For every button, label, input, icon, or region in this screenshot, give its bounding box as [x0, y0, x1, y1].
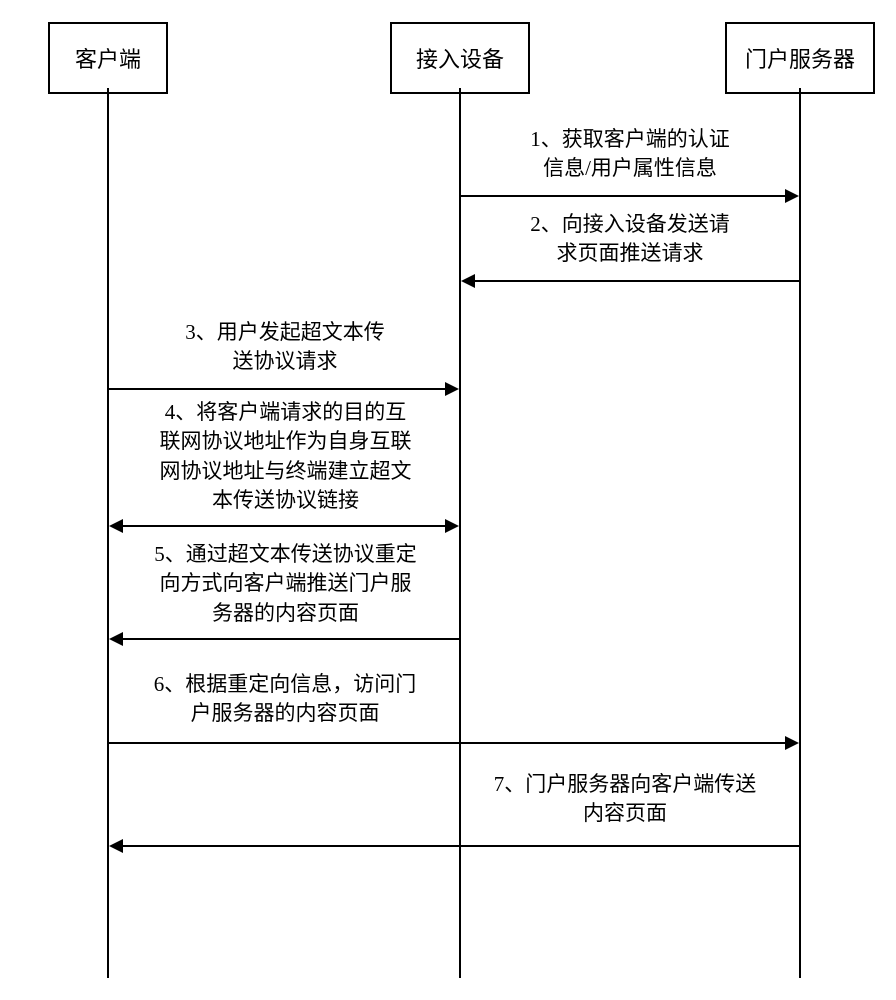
participant-client: 客户端 — [48, 22, 168, 94]
participant-access-device: 接入设备 — [390, 22, 530, 94]
message-6-label: 6、根据重定向信息，访问门 户服务器的内容页面 — [125, 670, 445, 729]
message-3-label: 3、用户发起超文本传 送协议请求 — [125, 318, 445, 377]
message-2-arrow — [463, 280, 799, 282]
participant-access-device-label: 接入设备 — [416, 47, 504, 72]
participant-client-label: 客户端 — [75, 47, 141, 72]
message-7-label: 7、门户服务器向客户端传送 内容页面 — [460, 770, 790, 829]
message-4-label: 4、将客户端请求的目的互 联网协议地址作为自身互联 网协议地址与终端建立超文 本… — [118, 398, 453, 516]
message-4-arrow — [111, 525, 457, 527]
message-5-label: 5、通过超文本传送协议重定 向方式向客户端推送门户服 务器的内容页面 — [118, 540, 453, 628]
message-5-arrow — [111, 638, 459, 640]
message-7-arrow — [111, 845, 799, 847]
message-1-label: 1、获取客户端的认证 信息/用户属性信息 — [475, 125, 785, 184]
participant-portal-server: 门户服务器 — [725, 22, 875, 94]
lifeline-portal-server — [799, 88, 801, 978]
participant-portal-server-label: 门户服务器 — [745, 47, 855, 72]
message-6-arrow — [109, 742, 797, 744]
message-3-arrow — [109, 388, 457, 390]
message-1-arrow — [461, 195, 797, 197]
message-2-label: 2、向接入设备发送请 求页面推送请求 — [475, 210, 785, 269]
